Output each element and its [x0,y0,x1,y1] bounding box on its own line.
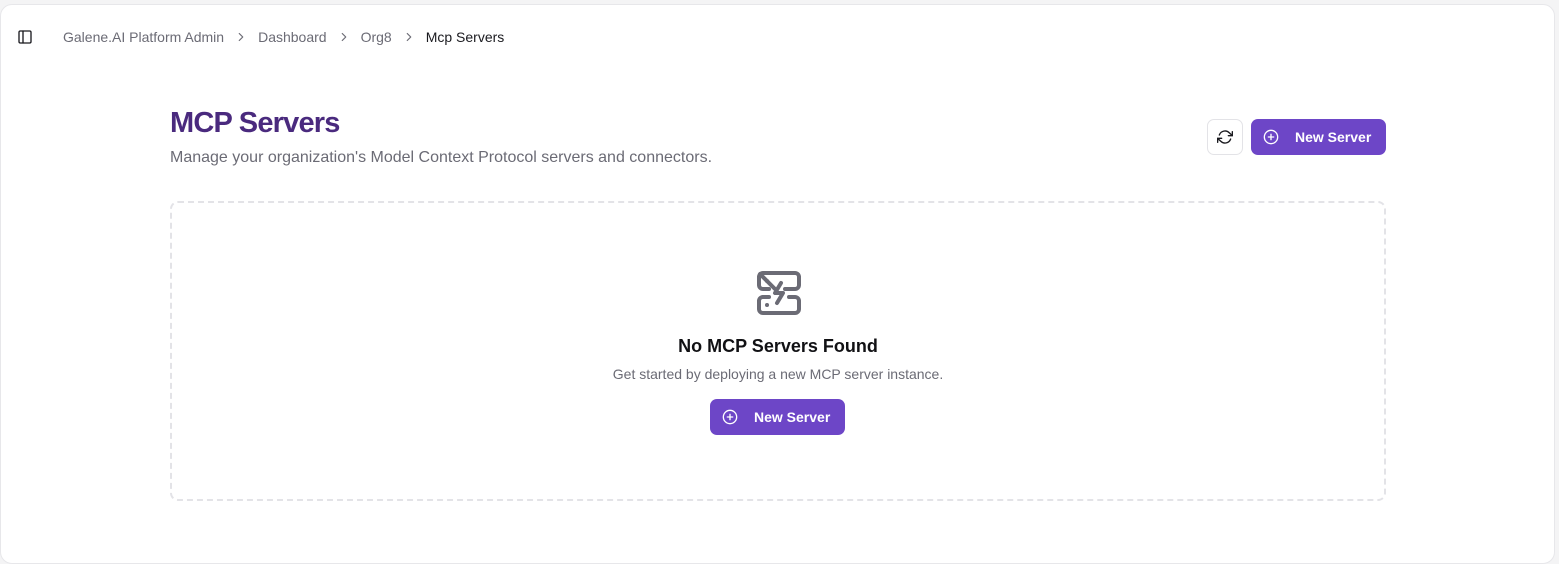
chevron-right-icon [224,30,258,44]
page-title: MCP Servers [170,107,340,139]
empty-new-server-label: New Server [754,409,831,425]
chevron-right-icon [392,30,426,44]
breadcrumb-item-org[interactable]: Org8 [361,27,392,47]
breadcrumb-item-current: Mcp Servers [425,29,505,45]
breadcrumb-item-dashboard[interactable]: Dashboard [258,27,327,47]
app-frame: Galene.AI Platform Admin Dashboard Org8 … [0,4,1555,564]
empty-state: No MCP Servers Found Get started by depl… [170,201,1386,501]
new-server-button[interactable]: New Server [1251,119,1386,155]
empty-new-server-button[interactable]: New Server [710,399,845,435]
refresh-button[interactable] [1207,119,1243,155]
page-subtitle: Manage your organization's Model Context… [170,149,713,166]
refresh-cw-icon [1217,129,1233,145]
empty-state-description: Get started by deploying a new MCP serve… [612,366,944,382]
new-server-label: New Server [1295,129,1372,145]
plus-circle-icon [722,409,738,425]
server-off-icon [755,269,803,317]
chevron-right-icon [327,30,361,44]
empty-state-title: No MCP Servers Found [678,336,878,356]
panel-left-icon[interactable] [13,25,37,49]
breadcrumb: Galene.AI Platform Admin Dashboard Org8 … [63,27,504,47]
breadcrumb-item-platform-admin[interactable]: Galene.AI Platform Admin [63,27,224,47]
plus-circle-icon [1263,129,1279,145]
